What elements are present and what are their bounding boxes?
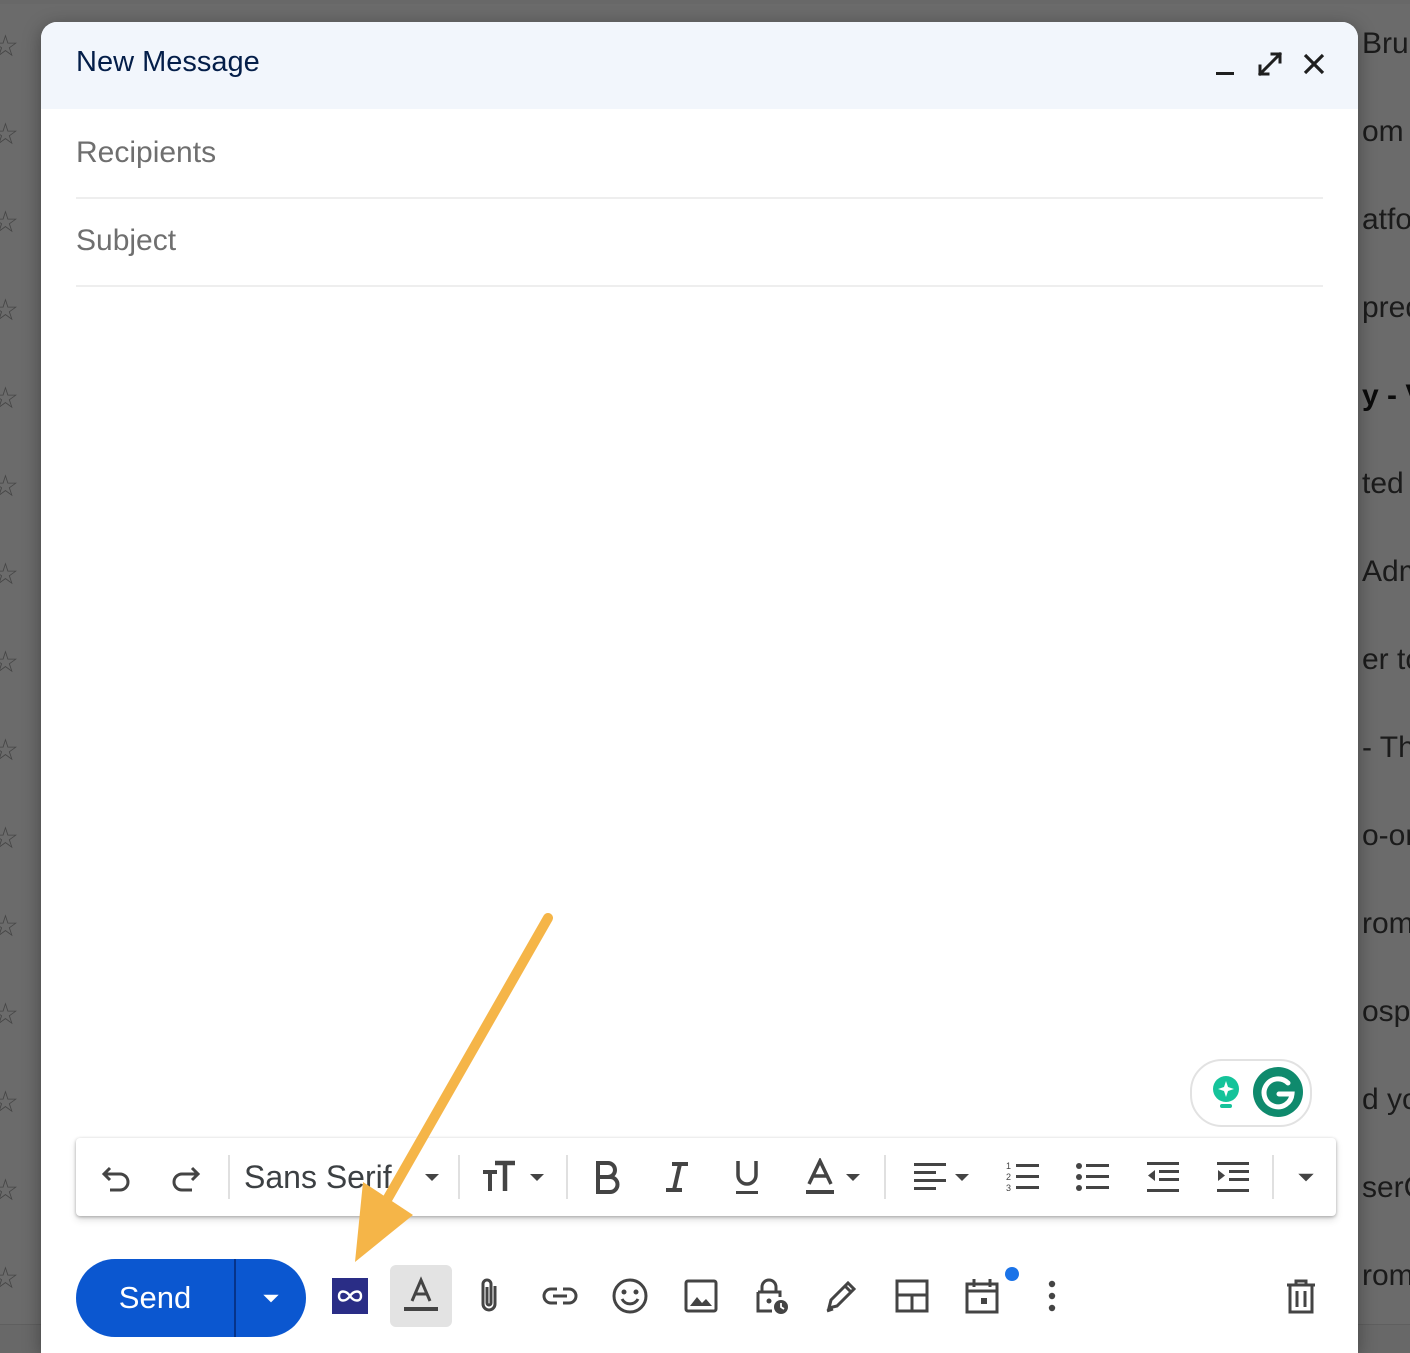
close-button[interactable] [1294, 44, 1334, 84]
redo-button[interactable] [160, 1138, 210, 1216]
font-name-label: Sans Serif [244, 1158, 392, 1195]
toolbar-separator [1272, 1155, 1274, 1199]
minimize-button[interactable] [1206, 44, 1246, 84]
align-button[interactable] [902, 1138, 982, 1216]
insert-link-button[interactable] [529, 1265, 591, 1327]
toolbar-separator [566, 1155, 568, 1199]
calendar-icon [965, 1279, 999, 1314]
chevron-down-icon [955, 1174, 969, 1181]
recipients-input[interactable] [76, 111, 1323, 195]
undo-button[interactable] [92, 1138, 142, 1216]
link-icon [542, 1287, 578, 1305]
grammarly-icon [1253, 1067, 1303, 1117]
lightbulb-icon [1213, 1076, 1239, 1108]
toolbar-separator [228, 1155, 230, 1199]
indent-less-icon [1147, 1162, 1179, 1192]
trash-icon [1287, 1279, 1315, 1314]
notification-dot [1005, 1267, 1019, 1281]
bold-button[interactable] [584, 1138, 630, 1216]
text-color-icon [806, 1158, 834, 1194]
numbered-list-icon: 1 2 3 [1006, 1161, 1039, 1193]
send-button[interactable]: Send [76, 1259, 234, 1337]
svg-text:2: 2 [1006, 1172, 1011, 1182]
send-options-button[interactable] [236, 1259, 306, 1337]
text-format-icon [404, 1276, 438, 1311]
expand-button[interactable] [1250, 44, 1290, 84]
attach-files-button[interactable] [458, 1265, 520, 1327]
more-vert-icon [1048, 1280, 1056, 1312]
image-icon [684, 1279, 718, 1313]
chevron-down-icon [846, 1174, 860, 1181]
chevron-down-icon [530, 1174, 544, 1181]
more-options-button[interactable] [1021, 1265, 1083, 1327]
font-select[interactable]: Sans Serif [244, 1138, 444, 1216]
svg-text:3: 3 [1006, 1183, 1011, 1193]
infinity-icon [332, 1278, 368, 1314]
bold-icon [596, 1161, 620, 1194]
subject-input[interactable] [76, 199, 1323, 283]
formatting-toolbar: Sans Serif 1 2 3 [76, 1138, 1336, 1216]
text-color-button[interactable] [792, 1138, 874, 1216]
indent-more-icon [1217, 1162, 1249, 1192]
subject-field [76, 199, 1323, 287]
underline-button[interactable] [724, 1138, 770, 1216]
compose-header: New Message [41, 22, 1358, 109]
expand-icon [1257, 51, 1283, 77]
compose-title: New Message [76, 46, 260, 78]
extension-button[interactable] [319, 1265, 381, 1327]
minimize-icon [1216, 72, 1234, 75]
svg-text:1: 1 [1006, 1161, 1011, 1171]
bulleted-list-icon [1076, 1163, 1109, 1191]
toolbar-separator [884, 1155, 886, 1199]
chevron-down-icon [1298, 1173, 1314, 1182]
compose-window: New Message Recipients Subject Sans Seri… [41, 22, 1358, 1353]
insert-emoji-button[interactable] [599, 1265, 661, 1327]
send-button-group: Send [76, 1259, 306, 1337]
undo-icon [101, 1166, 130, 1192]
pen-icon [826, 1280, 857, 1313]
confidential-mode-button[interactable] [740, 1265, 802, 1327]
indent-more-button[interactable] [1210, 1138, 1256, 1216]
discard-draft-button[interactable] [1270, 1265, 1332, 1327]
numbered-list-button[interactable]: 1 2 3 [1000, 1138, 1046, 1216]
templates-button[interactable] [881, 1265, 943, 1327]
bulleted-list-button[interactable] [1070, 1138, 1116, 1216]
indent-less-button[interactable] [1140, 1138, 1186, 1216]
grammarly-widget[interactable] [1190, 1059, 1312, 1127]
italic-button[interactable] [654, 1138, 700, 1216]
recipients-field [76, 111, 1323, 199]
lock-clock-icon [756, 1278, 788, 1314]
text-size-icon [483, 1160, 515, 1191]
toolbar-separator [458, 1155, 460, 1199]
redo-icon [172, 1166, 201, 1192]
chevron-down-icon [424, 1174, 439, 1181]
insert-signature-button[interactable] [810, 1265, 872, 1327]
font-size-button[interactable] [474, 1138, 554, 1216]
more-formatting-button[interactable] [1284, 1138, 1328, 1216]
italic-icon [666, 1162, 688, 1192]
formatting-options-button[interactable] [390, 1265, 452, 1327]
underline-icon [736, 1161, 758, 1194]
chevron-down-icon [263, 1294, 279, 1303]
message-body[interactable] [76, 288, 1323, 1058]
align-left-icon [914, 1163, 946, 1190]
paperclip-icon [481, 1278, 497, 1312]
emoji-icon [612, 1278, 648, 1314]
schedule-event-button[interactable] [951, 1265, 1013, 1327]
close-icon [1303, 53, 1325, 75]
insert-photo-button[interactable] [670, 1265, 732, 1327]
layout-icon [895, 1279, 929, 1313]
